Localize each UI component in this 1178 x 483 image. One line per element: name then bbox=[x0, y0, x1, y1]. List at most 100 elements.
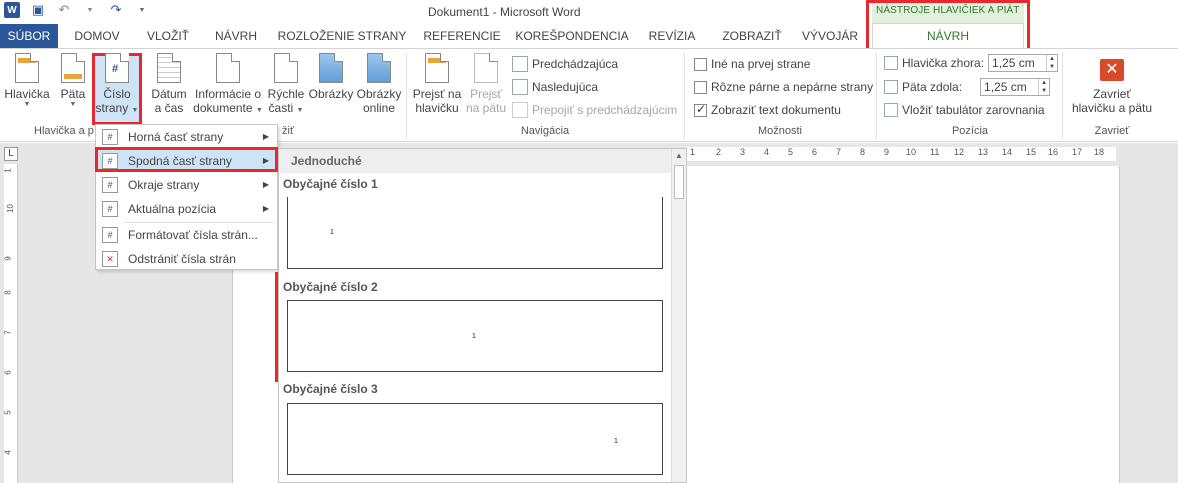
gallery-header: Jednoduché bbox=[279, 149, 672, 173]
link-to-previous-button[interactable]: Prepojiť s predchádzajúcim bbox=[512, 101, 677, 119]
close-header-footer-button[interactable]: ✕ Zavrieť hlavičku a pätu bbox=[1066, 53, 1158, 115]
menu-item-current-position[interactable]: # Aktuálna pozícia ▶ bbox=[96, 197, 277, 220]
group-label-insert: žiť bbox=[282, 125, 295, 137]
tab-home[interactable]: DOMOV bbox=[62, 24, 132, 48]
menu-item-top-of-page[interactable]: # Horná časť strany ▶ bbox=[96, 125, 277, 148]
footer-icon bbox=[61, 53, 85, 83]
page-number-preview: 1 bbox=[330, 229, 334, 236]
quick-parts-button[interactable]: Rýchle časti ▼ bbox=[266, 53, 306, 115]
tab-developer[interactable]: VÝVOJÁR bbox=[796, 24, 864, 48]
close-icon: ✕ bbox=[1100, 59, 1124, 81]
tab-file[interactable]: SÚBOR bbox=[0, 24, 58, 48]
group-separator bbox=[1062, 53, 1063, 139]
bottom-of-page-highlight bbox=[95, 147, 278, 172]
group-label-navigation: Navigácia bbox=[520, 125, 570, 137]
gallery-item-1-title: Obyčajné číslo 1 bbox=[283, 177, 378, 191]
go-to-header-icon bbox=[425, 53, 449, 83]
scrollbar-thumb[interactable] bbox=[674, 165, 684, 199]
gallery-item-3-title: Obyčajné číslo 3 bbox=[283, 382, 378, 396]
document-info-button[interactable]: Informácie o dokumente ▼ bbox=[192, 53, 264, 115]
redo-icon[interactable]: ↷ bbox=[108, 2, 124, 18]
tab-selector[interactable]: L bbox=[4, 147, 18, 161]
picture-icon bbox=[319, 53, 343, 83]
date-time-button[interactable]: Dátum a čas bbox=[146, 53, 192, 115]
tab-references[interactable]: REFERENCIE bbox=[416, 24, 508, 48]
gallery-item-2-title: Obyčajné číslo 2 bbox=[283, 280, 378, 294]
tab-mailings[interactable]: KOREŠPONDENCIA bbox=[512, 24, 632, 48]
document-info-icon bbox=[216, 53, 240, 83]
remove-page-numbers-icon: ✕ bbox=[102, 250, 118, 267]
previous-icon bbox=[512, 56, 528, 72]
link-icon bbox=[512, 102, 528, 118]
go-to-footer-button[interactable]: Prejsť na pätu bbox=[464, 53, 508, 115]
footer-button[interactable]: Päta ▼ bbox=[54, 53, 92, 109]
spinner-arrows-icon[interactable]: ▲ ▼ bbox=[1038, 79, 1049, 95]
menu-item-page-margins[interactable]: # Okraje strany ▶ bbox=[96, 173, 277, 196]
online-picture-icon bbox=[367, 53, 391, 83]
gallery-item-3[interactable]: 1 bbox=[287, 403, 663, 475]
calendar-icon bbox=[157, 53, 181, 83]
group-label-close: Zavrieť bbox=[1094, 125, 1130, 137]
undo-dropdown-icon[interactable]: ▼ bbox=[82, 2, 98, 18]
group-separator bbox=[684, 53, 685, 139]
checkbox-checked-icon bbox=[694, 102, 707, 117]
different-first-page-checkbox[interactable]: Iné na prvej strane bbox=[694, 55, 810, 73]
gallery-scrollbar[interactable]: ▲ bbox=[671, 149, 686, 482]
word-logo-icon[interactable]: W bbox=[4, 2, 20, 18]
insert-alignment-tab-button[interactable]: Vložiť tabulátor zarovnania bbox=[884, 101, 1045, 119]
next-button[interactable]: Nasledujúca bbox=[512, 78, 598, 96]
pictures-button[interactable]: Obrázky bbox=[308, 53, 354, 101]
group-separator bbox=[406, 53, 407, 139]
group-label-options: Možnosti bbox=[757, 125, 803, 137]
previous-button[interactable]: Predchádzajúca bbox=[512, 55, 618, 73]
menu-item-remove-page-numbers[interactable]: ✕ Odstrániť čísla strán bbox=[96, 247, 277, 270]
different-odd-even-checkbox[interactable]: Rôzne párne a nepárne strany bbox=[694, 78, 873, 96]
customize-qat-icon[interactable]: ▼ bbox=[134, 2, 150, 18]
page-number-preview: 1 bbox=[472, 333, 476, 340]
go-to-footer-icon bbox=[474, 53, 498, 83]
alignment-tab-icon bbox=[884, 103, 898, 117]
submenu-arrow-icon: ▶ bbox=[262, 204, 269, 213]
save-icon[interactable]: ▣ bbox=[30, 2, 46, 18]
footer-from-bottom-input[interactable]: 1,25 cm ▲ ▼ bbox=[980, 78, 1051, 96]
show-document-text-checkbox[interactable]: Zobraziť text dokumentu bbox=[694, 101, 841, 119]
next-icon bbox=[512, 79, 528, 95]
group-separator bbox=[876, 53, 877, 139]
header-from-top-input[interactable]: 1,25 cm ▲ ▼ bbox=[988, 54, 1059, 72]
checkbox-icon bbox=[694, 80, 707, 94]
page-margins-icon: # bbox=[102, 176, 118, 193]
spinner-arrows-icon[interactable]: ▲ ▼ bbox=[1046, 55, 1057, 71]
top-of-page-icon: # bbox=[102, 128, 118, 145]
vertical-ruler[interactable]: 1 10 9 8 7 6 5 4 bbox=[4, 164, 18, 483]
page-number-gallery: Jednoduché ▲ Obyčajné číslo 1 1 Obyčajné… bbox=[278, 148, 687, 483]
tab-layout[interactable]: ROZLOŽENIE STRANY bbox=[272, 24, 412, 48]
group-label-header-footer: Hlavička a p bbox=[34, 125, 94, 137]
page-number-icon: # bbox=[105, 53, 129, 83]
online-pictures-button[interactable]: Obrázky online bbox=[356, 53, 402, 115]
submenu-arrow-icon: ▶ bbox=[262, 132, 269, 141]
window-title: Dokument1 - Microsoft Word bbox=[428, 5, 581, 19]
scroll-up-icon[interactable]: ▲ bbox=[675, 151, 683, 160]
go-to-header-button[interactable]: Prejsť na hlavičku bbox=[410, 53, 464, 115]
submenu-arrow-icon: ▶ bbox=[262, 180, 269, 189]
header-button[interactable]: Hlavička ▼ bbox=[2, 53, 52, 109]
menu-item-format-page-numbers[interactable]: # Formátovať čísla strán... bbox=[96, 223, 277, 246]
tab-insert[interactable]: VLOŽIŤ bbox=[136, 24, 200, 48]
header-from-top-field: Hlavička zhora: 1,25 cm ▲ ▼ bbox=[884, 54, 1059, 72]
gallery-item-1[interactable]: 1 bbox=[287, 197, 663, 269]
checkbox-icon bbox=[694, 57, 707, 71]
header-position-icon bbox=[884, 56, 898, 70]
current-position-icon: # bbox=[102, 200, 118, 217]
page-number-menu: # Horná časť strany ▶ # Spodná časť stra… bbox=[95, 124, 278, 270]
header-icon bbox=[15, 53, 39, 83]
tab-design[interactable]: NÁVRH bbox=[204, 24, 268, 48]
format-page-numbers-icon: # bbox=[102, 226, 118, 243]
undo-icon[interactable]: ↶ bbox=[56, 2, 72, 18]
tab-view[interactable]: ZOBRAZIŤ bbox=[712, 24, 792, 48]
footer-position-icon bbox=[884, 80, 898, 94]
page-number-button[interactable]: # Číslo strany ▼ bbox=[95, 53, 139, 115]
tab-review[interactable]: REVÍZIA bbox=[636, 24, 708, 48]
group-label-position: Pozícia bbox=[951, 125, 989, 137]
gallery-item-2[interactable]: 1 bbox=[287, 300, 663, 372]
horizontal-ruler[interactable]: 1 2 3 4 5 6 7 8 9 10 11 12 13 14 15 16 1… bbox=[686, 147, 1116, 161]
